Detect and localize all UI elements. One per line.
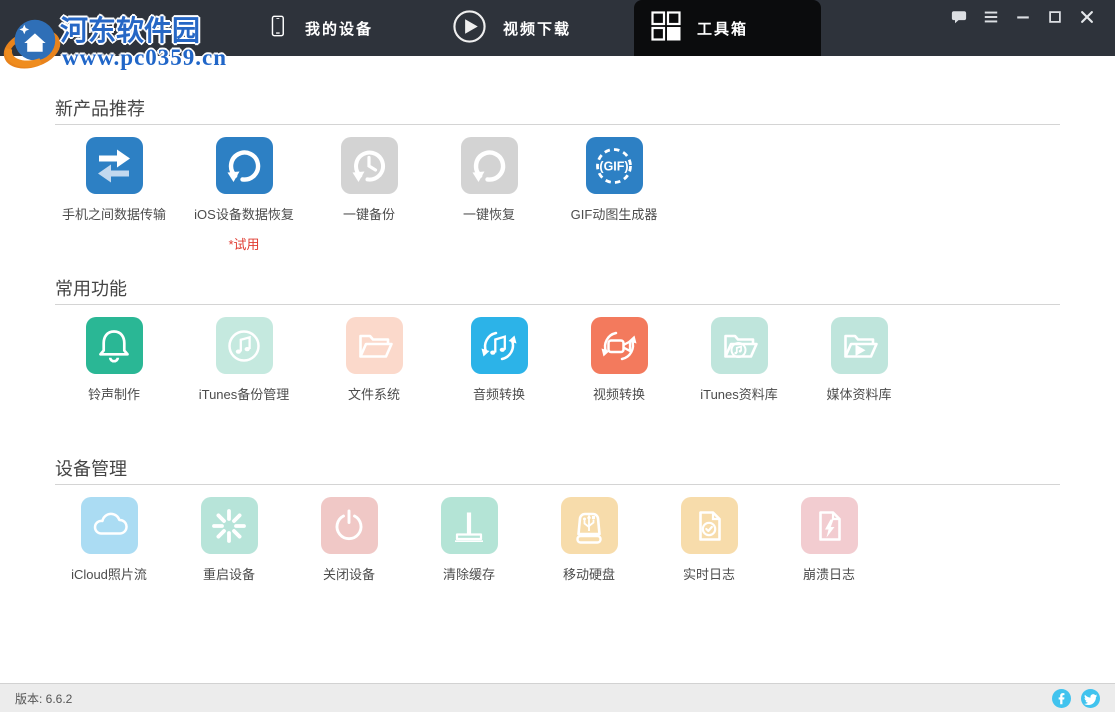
tool-audio-converter[interactable]: 音频转换 xyxy=(439,317,559,402)
app-edition: Ultimate xyxy=(146,22,190,36)
tool-label: 音频转换 xyxy=(473,387,525,402)
tab-toolbox[interactable]: 工具箱 xyxy=(634,0,821,56)
one-click-backup-icon xyxy=(341,137,398,194)
tool-row: 手机之间数据传输 iOS设备数据恢复 *试用 一键备份 xyxy=(0,137,1115,252)
tool-label: GIF动图生成器 xyxy=(571,207,658,222)
toolbox-page: 新产品推荐 手机之间数据传输 iOS设备数据恢复 *试用 xyxy=(0,56,1115,683)
itunes-library-icon xyxy=(711,317,768,374)
ringtone-bell-icon xyxy=(86,317,143,374)
tool-label: iOS设备数据恢复 xyxy=(194,207,294,222)
tool-media-library[interactable]: 媒体资料库 xyxy=(799,317,919,402)
section-title: 新产品推荐 xyxy=(55,97,1115,121)
phone-transfer-icon xyxy=(86,137,143,194)
tool-label: 视频转换 xyxy=(593,387,645,402)
usb-drive-icon xyxy=(561,497,618,554)
itunes-backup-icon xyxy=(216,317,273,374)
tool-label: iTunes备份管理 xyxy=(199,387,290,402)
tool-video-converter[interactable]: 视频转换 xyxy=(559,317,679,402)
minimize-icon[interactable] xyxy=(1015,9,1031,25)
titlebar: Syncios Ultimate 我的设备 视频下载 工具箱 xyxy=(0,0,1115,56)
app-window: Syncios Ultimate 我的设备 视频下载 工具箱 xyxy=(0,0,1115,712)
tab-video-download[interactable]: 视频下载 xyxy=(452,0,571,56)
tool-icloud-photo-stream[interactable]: iCloud照片流 xyxy=(49,497,169,582)
audio-convert-icon xyxy=(471,317,528,374)
tool-label: 一键恢复 xyxy=(463,207,515,222)
tool-label: 关闭设备 xyxy=(323,567,375,582)
section-device-management: 设备管理 iCloud照片流 重启设备 xyxy=(0,457,1115,582)
clear-cache-icon xyxy=(441,497,498,554)
tool-realtime-log[interactable]: 实时日志 xyxy=(649,497,769,582)
media-library-icon xyxy=(831,317,888,374)
tool-label: 媒体资料库 xyxy=(826,387,891,402)
tool-label: 铃声制作 xyxy=(88,387,140,402)
app-title: Syncios xyxy=(62,15,139,38)
section-new-products: 新产品推荐 手机之间数据传输 iOS设备数据恢复 *试用 xyxy=(0,97,1115,252)
close-icon[interactable] xyxy=(1079,9,1095,25)
twitter-icon[interactable] xyxy=(1081,689,1100,708)
section-divider xyxy=(55,304,1060,305)
tool-external-drive[interactable]: 移动硬盘 xyxy=(529,497,649,582)
tool-label: 移动硬盘 xyxy=(563,567,615,582)
smartphone-icon xyxy=(266,10,289,46)
tab-my-device[interactable]: 我的设备 xyxy=(266,0,373,56)
gif-maker-icon: (GIF) xyxy=(586,137,643,194)
section-divider xyxy=(55,124,1060,125)
section-divider xyxy=(55,484,1060,485)
crash-log-icon xyxy=(801,497,858,554)
tool-label: 清除缓存 xyxy=(443,567,495,582)
tool-phone-transfer[interactable]: 手机之间数据传输 xyxy=(49,137,179,252)
version-label: 版本: 6.6.2 xyxy=(15,690,72,707)
section-common-functions: 常用功能 铃声制作 iTunes备份管理 xyxy=(0,277,1115,402)
tool-label: 手机之间数据传输 xyxy=(62,207,166,222)
svg-text:(GIF): (GIF) xyxy=(599,159,628,173)
section-title: 常用功能 xyxy=(55,277,1115,301)
shutdown-icon xyxy=(321,497,378,554)
tool-file-system[interactable]: 文件系统 xyxy=(309,317,439,402)
tool-label: 实时日志 xyxy=(683,567,735,582)
tool-label: 文件系统 xyxy=(348,387,400,402)
tool-ringtone-maker[interactable]: 铃声制作 xyxy=(49,317,179,402)
tool-reboot-device[interactable]: 重启设备 xyxy=(169,497,289,582)
menu-icon[interactable] xyxy=(983,9,999,25)
tool-one-click-restore[interactable]: 一键恢复 xyxy=(429,137,549,252)
reboot-icon xyxy=(201,497,258,554)
tab-label: 我的设备 xyxy=(305,18,373,39)
tool-label: iCloud照片流 xyxy=(71,567,147,582)
social-links xyxy=(1052,689,1100,708)
tool-crash-log[interactable]: 崩溃日志 xyxy=(769,497,889,582)
maximize-icon[interactable] xyxy=(1047,9,1063,25)
tool-row: 铃声制作 iTunes备份管理 文件系统 xyxy=(0,317,1115,402)
tool-one-click-backup[interactable]: 一键备份 xyxy=(309,137,429,252)
trial-note: *试用 xyxy=(228,237,259,252)
tool-itunes-backup-manager[interactable]: iTunes备份管理 xyxy=(179,317,309,402)
tab-label: 工具箱 xyxy=(697,18,748,39)
tool-shutdown-device[interactable]: 关闭设备 xyxy=(289,497,409,582)
video-convert-icon xyxy=(591,317,648,374)
tab-label: 视频下载 xyxy=(503,18,571,39)
tool-clear-cache[interactable]: 清除缓存 xyxy=(409,497,529,582)
tool-label: 崩溃日志 xyxy=(803,567,855,582)
tool-row: iCloud照片流 重启设备 关闭设备 xyxy=(0,497,1115,582)
statusbar: 版本: 6.6.2 xyxy=(0,683,1115,712)
data-recovery-icon xyxy=(216,137,273,194)
one-click-restore-icon xyxy=(461,137,518,194)
tool-ios-data-recovery[interactable]: iOS设备数据恢复 *试用 xyxy=(179,137,309,252)
tool-gif-maker[interactable]: (GIF) GIF动图生成器 xyxy=(549,137,679,252)
facebook-icon[interactable] xyxy=(1052,689,1071,708)
section-title: 设备管理 xyxy=(55,457,1115,481)
feedback-icon[interactable] xyxy=(951,9,967,25)
play-icon xyxy=(452,9,487,48)
app-logo: Syncios Ultimate xyxy=(62,15,190,39)
file-system-folder-icon xyxy=(346,317,403,374)
icloud-photo-icon xyxy=(81,497,138,554)
tool-itunes-library[interactable]: iTunes资料库 xyxy=(679,317,799,402)
tool-label: iTunes资料库 xyxy=(700,387,778,402)
tool-label: 重启设备 xyxy=(203,567,255,582)
tool-label: 一键备份 xyxy=(343,207,395,222)
grid-icon xyxy=(651,11,681,45)
window-controls xyxy=(951,9,1095,25)
realtime-log-icon xyxy=(681,497,738,554)
